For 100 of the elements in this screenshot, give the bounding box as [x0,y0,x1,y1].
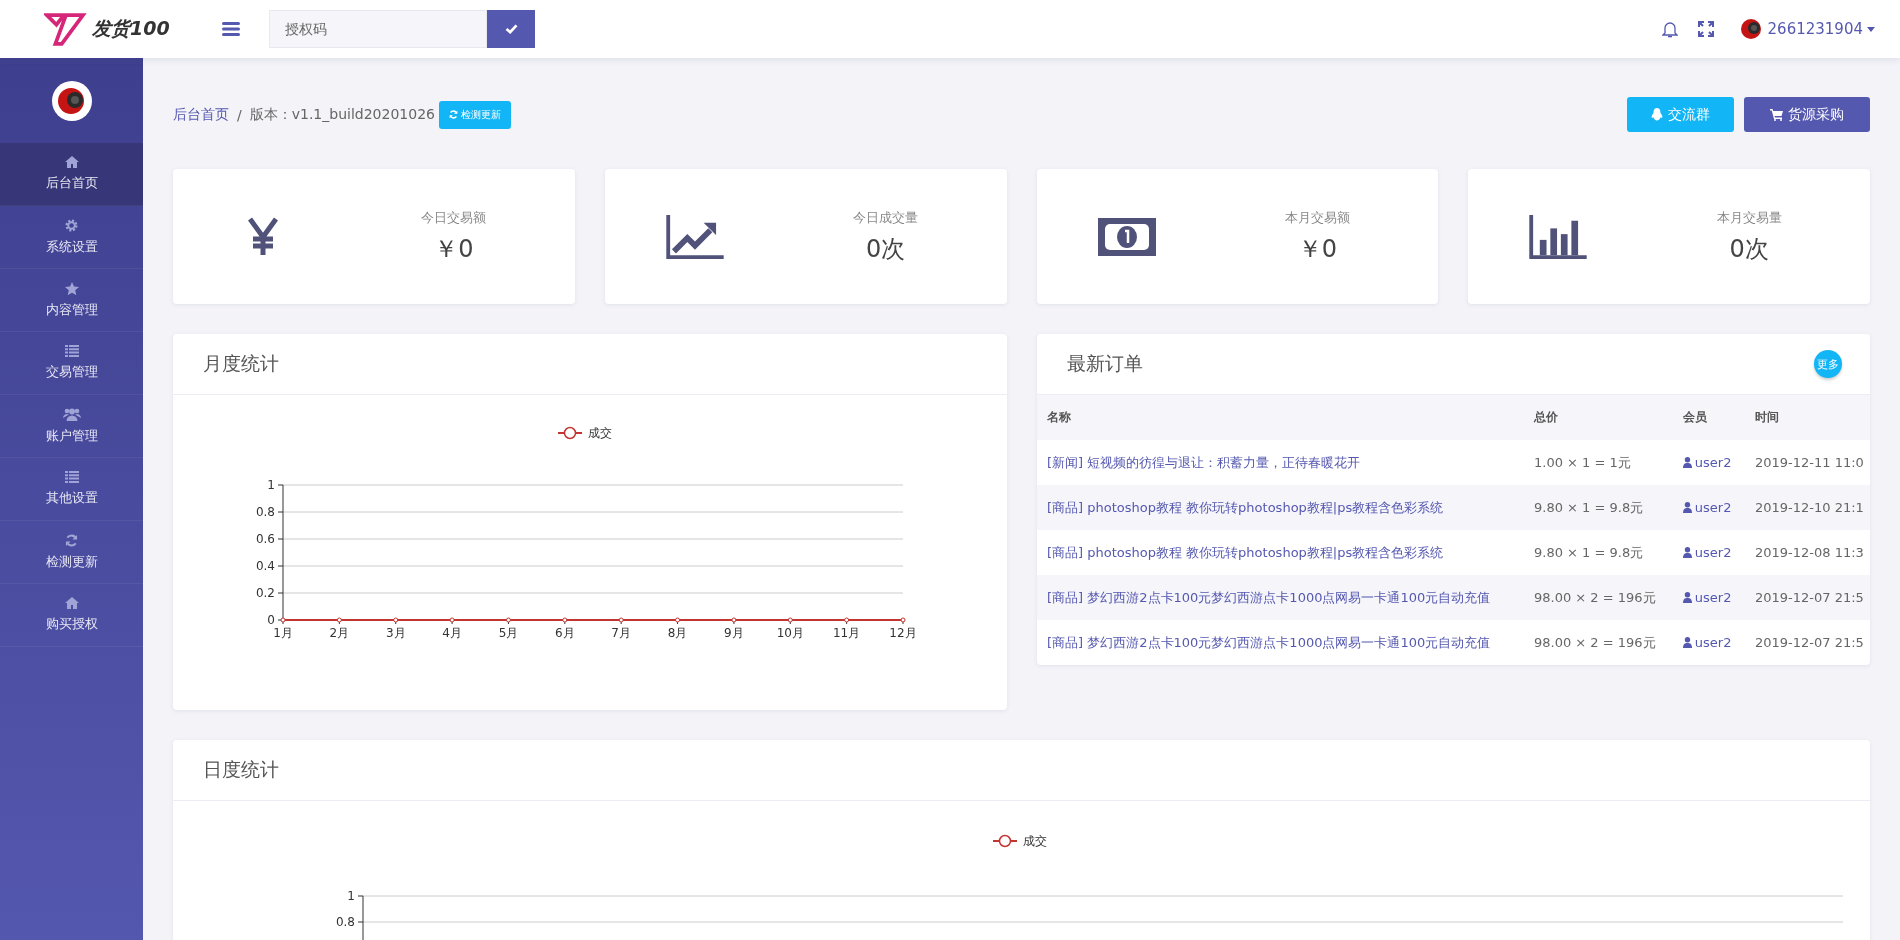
table-cell: 2019-12-07 21:5 [1755,590,1864,605]
data-point [731,617,737,623]
data-point [505,617,511,623]
axis-tick-label: 0.2 [255,586,275,600]
refresh-icon [448,110,458,119]
data-point [393,617,399,623]
table-cell: 98.00 × 2 = 196元 [1534,634,1656,650]
data-point [562,617,568,623]
home-icon [64,597,79,609]
table-cell: 2019-12-07 21:5 [1755,635,1864,650]
stat-label: 本月交易量 [1716,208,1782,227]
order-link[interactable]: [新闻] 短视频的彷徨与退让：积蓄力量，正待春暖花开 [1047,454,1361,470]
star-icon [64,281,79,295]
data-point [280,617,286,623]
logo-text: 发货100 [92,16,170,41]
axis-tick-label: 3月 [385,626,406,640]
table-cell: 2019-12-11 11:0 [1755,455,1864,470]
yen-icon [248,216,278,257]
confirm-button[interactable] [487,10,535,48]
search-field[interactable]: 授权码 [269,10,487,48]
stat-label: 今日交易额 [421,208,487,227]
axis-tick-label: 8月 [667,626,688,640]
column-header: 会员 [1672,395,1745,440]
list-icon [64,471,79,483]
penguin-icon [1651,108,1663,121]
y-axis [357,895,364,940]
axis-tick-label: 6月 [555,626,575,640]
table-cell: 2019-12-10 21:1 [1755,500,1864,515]
list-icon [64,345,79,357]
data-point [787,617,793,623]
panel-title: 日度统计 [203,757,279,782]
member-name: user2 [1694,455,1732,470]
data-point [336,617,342,623]
sidebar-item[interactable]: 其他设置 [0,458,143,521]
axis-tick-label: 2月 [329,626,350,640]
sidebar-item[interactable]: 交易管理 [0,332,143,395]
fullscreen-icon[interactable] [1697,21,1714,37]
user-icon [1682,637,1692,648]
table-cell: 9.80 × 1 = 9.8元 [1534,499,1644,515]
banknote-icon [1097,217,1156,256]
data-point [675,617,681,623]
axis-tick-label: 10月 [776,626,804,640]
action-button[interactable]: 货源采购 [1744,97,1870,132]
avatar-icon[interactable] [1739,18,1762,40]
chart-legend: 成交 [557,426,612,440]
member-name: user2 [1694,500,1732,515]
panel-title: 最新订单 [1067,351,1143,376]
home-icon [64,156,79,168]
axis-tick-label: 4月 [442,626,462,640]
sidebar-item[interactable]: 账户管理 [0,395,143,458]
column-header: 总价 [1524,395,1673,440]
user-menu[interactable]: 2661231904 [1767,20,1875,38]
sidebar-item[interactable]: 检测更新 [0,521,143,584]
data-point [900,617,906,623]
sidebar-item[interactable]: 后台首页 [0,143,143,206]
axis-tick-label: 0.8 [335,915,355,929]
settings-icon [65,218,78,232]
breadcrumb-link[interactable]: 后台首页 [173,105,229,124]
axis-tick-label: 1月 [273,626,293,640]
axis-tick-label: 11月 [833,626,861,640]
member-name: user2 [1694,590,1732,605]
sidebar-item[interactable]: 内容管理 [0,269,143,332]
table-cell: 1.00 × 1 = 1元 [1534,454,1631,470]
axis-tick-label: 1 [347,889,355,903]
caret-icon [1867,26,1875,32]
axis-tick-label: 0 [267,613,275,627]
menu-icon[interactable] [222,22,240,36]
chart-legend: 成交 [992,834,1047,848]
order-link[interactable]: [商品] 梦幻西游2点卡100元梦幻西游点卡1000点网易一卡通100元自动充值 [1047,634,1491,650]
stat-label: 今日成交量 [853,208,919,227]
axis-tick-label: 9月 [724,626,744,640]
sidebar-item[interactable]: 购买授权 [0,584,143,647]
table-cell: 2019-12-08 11:3 [1755,545,1864,560]
member-name: user2 [1694,545,1732,560]
users-icon [62,407,81,421]
column-header: 名称 [1037,395,1524,440]
data-point [844,617,850,623]
user-icon [1682,547,1692,558]
stat-label: 本月交易额 [1284,208,1350,227]
user-icon [1682,457,1692,468]
axis-tick-label: 5月 [498,626,519,640]
version-text: 版本：v1.1_build20201026 [249,105,435,124]
logo-icon [44,12,88,46]
stat-value: ￥0 [1297,233,1337,265]
legend-label: 成交 [588,426,612,440]
bell-icon[interactable] [1661,20,1678,38]
axis-tick-label: 0.6 [255,532,275,546]
data-point [449,617,455,623]
user-icon [1682,502,1692,513]
order-link[interactable]: [商品] photoshop教程 教你玩转photoshop教程|ps教程含色彩系统 [1047,544,1444,560]
refresh-icon [65,533,78,547]
breadcrumb-separator: / [237,106,242,123]
user-icon [1682,592,1692,603]
axis-tick-label: 0.4 [255,559,275,573]
table-cell: 98.00 × 2 = 196元 [1534,589,1656,605]
avatar-icon [51,80,92,121]
sidebar-item[interactable]: 系统设置 [0,206,143,269]
member-name: user2 [1694,635,1732,650]
axis-tick-label: 12月 [889,626,917,640]
axis-tick-label: 1 [267,478,275,492]
